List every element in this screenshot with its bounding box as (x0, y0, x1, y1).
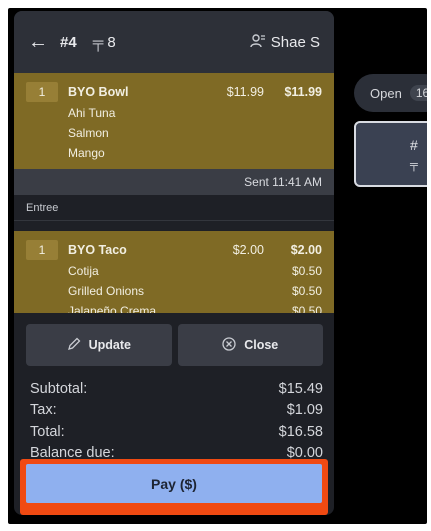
item-modifier: Salmon (68, 126, 109, 140)
close-button[interactable]: Close (177, 324, 323, 366)
item-line-total: $11.99 (284, 85, 322, 99)
section-header-entree: Entree (14, 195, 334, 221)
item-name: BYO Bowl (68, 85, 129, 99)
pos-screen: Open 16 # ╤ ← #4 ╤ 8 Shae S 1 BYO Bowl $… (8, 8, 427, 524)
table-icon: ╤ (410, 159, 418, 171)
order-number: #4 (60, 33, 77, 51)
order-panel: ← #4 ╤ 8 Shae S 1 BYO Bowl $11.99 $11.99… (14, 11, 334, 515)
back-arrow-icon[interactable]: ← (28, 31, 54, 54)
item-main-line: 1 BYO Bowl $11.99 $11.99 (26, 81, 322, 103)
pay-button-highlight: Pay ($) (20, 459, 328, 515)
total-row: Total: $16.58 (30, 423, 323, 440)
item-modifier: Ahi Tuna (68, 106, 116, 120)
pencil-icon (67, 337, 81, 354)
order-item[interactable]: 1 BYO Bowl $11.99 $11.99 Ahi Tuna Salmon… (14, 73, 334, 169)
table-number: 8 (107, 33, 116, 51)
open-orders-filter[interactable]: Open 16 (354, 74, 427, 112)
order-totals: Subtotal: $15.49 Tax: $1.09 Total: $16.58 B… (30, 378, 323, 464)
table-tile-label: # (410, 137, 418, 153)
close-circle-icon (222, 336, 236, 354)
open-label: Open (370, 85, 402, 101)
item-modifier: Mango (68, 146, 105, 160)
table-icon: ╤ (92, 33, 104, 51)
item-modifier: Cotija $0.50 (68, 264, 322, 278)
item-modifier: Grilled Onions $0.50 (68, 284, 322, 298)
server-name: Shae S (270, 33, 320, 51)
order-header: ← #4 ╤ 8 Shae S (14, 11, 334, 73)
item-quantity: 1 (26, 240, 58, 260)
item-quantity: 1 (26, 82, 58, 102)
update-button[interactable]: Update (26, 324, 172, 366)
item-modifier: Jalapeño Crema $0.50 (68, 304, 322, 313)
item-main-line: 1 BYO Taco $2.00 $2.00 (26, 239, 322, 261)
item-unit-price: $11.99 (226, 85, 264, 99)
update-label: Update (88, 338, 131, 352)
item-name: BYO Taco (68, 243, 127, 257)
item-unit-price: $2.00 (232, 243, 264, 257)
tax-row: Tax: $1.09 (30, 402, 323, 419)
close-label: Close (244, 338, 279, 352)
order-items-list[interactable]: 1 BYO Bowl $11.99 $11.99 Ahi Tuna Salmon… (14, 73, 334, 313)
open-count-badge: 16 (409, 85, 427, 101)
sent-status: Sent 11:41 AM (14, 169, 334, 195)
order-actions: Update Close (26, 324, 323, 366)
table-tile[interactable]: # ╤ (354, 121, 427, 187)
server-user-icon (250, 33, 266, 51)
item-line-total: $2.00 (290, 243, 322, 257)
pay-button[interactable]: Pay ($) (26, 464, 322, 503)
subtotal-row: Subtotal: $15.49 (30, 380, 323, 397)
order-item[interactable]: 1 BYO Taco $2.00 $2.00 Cotija $0.50 Grill… (14, 231, 334, 313)
